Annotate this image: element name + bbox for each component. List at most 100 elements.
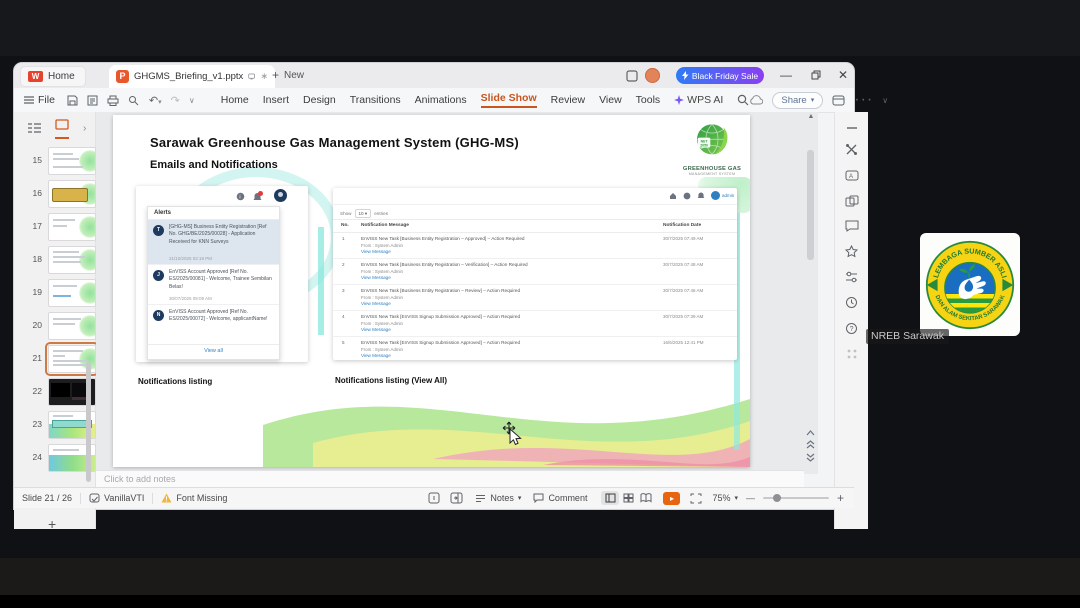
scroll-up-icon[interactable] bbox=[806, 430, 815, 436]
normal-view-button[interactable] bbox=[601, 491, 620, 505]
admin-user-chip: admin bbox=[711, 191, 734, 200]
history-icon[interactable] bbox=[845, 296, 858, 309]
slide-thumb-16[interactable]: 16 bbox=[14, 180, 96, 208]
print-preview-icon[interactable] bbox=[87, 95, 98, 106]
menu-wps-ai[interactable]: WPS AI bbox=[674, 94, 723, 106]
comment-icon bbox=[533, 493, 544, 503]
cloud-sync-icon[interactable] bbox=[749, 95, 764, 105]
slide-thumb-19[interactable]: 19 bbox=[14, 279, 96, 307]
right-sidebar-rail: A ? bbox=[834, 112, 868, 529]
shapes-pane-icon[interactable] bbox=[845, 195, 859, 207]
slide-thumb-23[interactable]: 23 bbox=[14, 411, 96, 439]
slide-thumb-20[interactable]: 20 bbox=[14, 312, 96, 340]
menu-slide-show[interactable]: Slide Show bbox=[480, 92, 537, 108]
collapse-panel-icon[interactable]: › bbox=[83, 123, 86, 134]
notes-input[interactable]: Click to add notes bbox=[96, 470, 804, 487]
participant-video-tile[interactable]: LEMBAGA SUMBER ASLI DAN ALAM SEKITAR SAR… bbox=[920, 233, 1020, 336]
unsaved-marker: ∗ bbox=[260, 71, 268, 81]
thumbnail-scrollbar[interactable] bbox=[86, 362, 91, 482]
quick-tools-icon[interactable] bbox=[845, 143, 858, 156]
close-button[interactable]: ✕ bbox=[834, 66, 852, 84]
slide-thumb-15[interactable]: 15 bbox=[14, 147, 96, 175]
svg-text:2050: 2050 bbox=[700, 143, 708, 147]
apps-grid-icon[interactable] bbox=[846, 348, 858, 360]
svg-text:i: i bbox=[239, 195, 240, 201]
slide-thumb-18[interactable]: 18 bbox=[14, 246, 96, 274]
new-tab-label: New bbox=[284, 69, 305, 81]
add-slide-button[interactable]: + bbox=[48, 516, 56, 532]
view-message-link: View Message bbox=[361, 327, 391, 332]
account-avatar[interactable] bbox=[645, 68, 660, 83]
file-menu[interactable]: File bbox=[24, 94, 55, 106]
slide-thumb-24[interactable]: 24 bbox=[14, 444, 96, 472]
table-row: 5 EnVISS New Task [EnVISS Signup Submissi… bbox=[342, 340, 704, 358]
task-window-icon[interactable] bbox=[428, 492, 440, 504]
tab-layout-icon[interactable] bbox=[626, 70, 638, 82]
outline-view-icon[interactable] bbox=[28, 122, 41, 134]
side-panel-icon[interactable] bbox=[450, 492, 463, 504]
zoom-in-button[interactable]: + bbox=[837, 491, 844, 505]
restore-button[interactable] bbox=[807, 66, 825, 84]
settings-sliders-icon[interactable] bbox=[845, 271, 858, 283]
new-tab-button[interactable]: + New bbox=[272, 68, 304, 82]
save-icon[interactable] bbox=[67, 95, 78, 106]
menu-animations[interactable]: Animations bbox=[415, 94, 467, 106]
help-icon[interactable]: ? bbox=[845, 322, 858, 335]
notes-toggle[interactable]: Notes ▾ bbox=[475, 493, 521, 503]
slide-thumb-22[interactable]: 22 bbox=[14, 378, 96, 406]
slide-sorter-view-button[interactable] bbox=[619, 491, 637, 505]
menu-design[interactable]: Design bbox=[303, 94, 336, 106]
comment-button[interactable]: Comment bbox=[533, 493, 587, 503]
meeting-screen: W Home P GHGMS_Briefing_v1.pptx ∗ + New … bbox=[0, 0, 1080, 608]
ribbon-layout-icon[interactable] bbox=[832, 95, 845, 106]
minimize-button[interactable]: — bbox=[777, 66, 795, 84]
undo-button[interactable]: ↶▾ bbox=[149, 94, 162, 107]
menu-insert[interactable]: Insert bbox=[263, 94, 289, 106]
meeting-top-band bbox=[0, 0, 1080, 56]
font-missing-warning[interactable]: Font Missing bbox=[161, 493, 227, 503]
slideshow-play-button[interactable]: ▸ bbox=[663, 491, 681, 505]
menu-review[interactable]: Review bbox=[551, 94, 585, 106]
zoom-level[interactable]: 75% ▾ bbox=[712, 493, 738, 503]
collapse-ribbon-icon[interactable]: ∨ bbox=[882, 96, 888, 105]
menu-tools[interactable]: Tools bbox=[636, 94, 661, 106]
search-icon[interactable] bbox=[737, 94, 749, 106]
favorites-icon[interactable] bbox=[845, 245, 858, 258]
slide-thumb-17[interactable]: 17 bbox=[14, 213, 96, 241]
collapse-pane-icon[interactable] bbox=[846, 126, 858, 130]
zoom-out-button[interactable]: — bbox=[746, 493, 755, 503]
more-options-icon[interactable]: ··· bbox=[854, 91, 873, 109]
reading-view-button[interactable] bbox=[637, 491, 655, 505]
menu-view[interactable]: View bbox=[599, 94, 622, 106]
info-icon: i bbox=[236, 192, 245, 201]
next-slide-icon[interactable] bbox=[806, 453, 815, 462]
canvas-scrollbar-thumb[interactable] bbox=[807, 150, 814, 260]
slide-view-icon[interactable] bbox=[55, 117, 69, 139]
menu-home[interactable]: Home bbox=[221, 94, 249, 106]
participant-name-label: NREB Sarawak bbox=[866, 329, 949, 344]
home-tab[interactable]: W Home bbox=[20, 66, 86, 87]
comment-pane-icon[interactable] bbox=[845, 220, 859, 232]
animation-pane-icon[interactable]: A bbox=[845, 169, 859, 182]
home-icon bbox=[670, 192, 676, 199]
slide-indicator: Slide 21 / 26 bbox=[22, 493, 73, 503]
fit-slide-icon[interactable] bbox=[690, 493, 702, 504]
menu-transitions[interactable]: Transitions bbox=[350, 94, 401, 106]
scroll-up-arrow[interactable]: ▲ bbox=[806, 113, 816, 120]
find-replace-icon[interactable] bbox=[128, 95, 140, 106]
zoom-slider[interactable] bbox=[762, 494, 829, 502]
show-entries-control: Show 10 ▾ entries bbox=[340, 209, 389, 218]
share-button[interactable]: Share ▾ bbox=[772, 91, 824, 109]
spellcheck-language[interactable]: VanillaVTI bbox=[89, 493, 144, 503]
slide-thumb-21-selected[interactable]: 21 bbox=[14, 342, 99, 376]
previous-slide-icon[interactable] bbox=[806, 440, 815, 449]
slide-21-canvas[interactable]: Sarawak Greenhouse Gas Management System… bbox=[113, 115, 750, 467]
redo-button[interactable]: ↷ bbox=[171, 94, 180, 107]
plus-icon: + bbox=[272, 68, 280, 82]
document-tab[interactable]: P GHGMS_Briefing_v1.pptx ∗ bbox=[109, 65, 275, 88]
alerts-dropdown: Alerts T [GHG-MS] Business Entity Regist… bbox=[147, 206, 280, 360]
printer-icon[interactable] bbox=[107, 95, 119, 106]
toolbar-expand-chevron-icon[interactable]: ∨ bbox=[189, 96, 195, 105]
black-friday-sale-button[interactable]: Black Friday Sale bbox=[676, 67, 764, 84]
zoom-slider-handle[interactable] bbox=[772, 494, 781, 502]
